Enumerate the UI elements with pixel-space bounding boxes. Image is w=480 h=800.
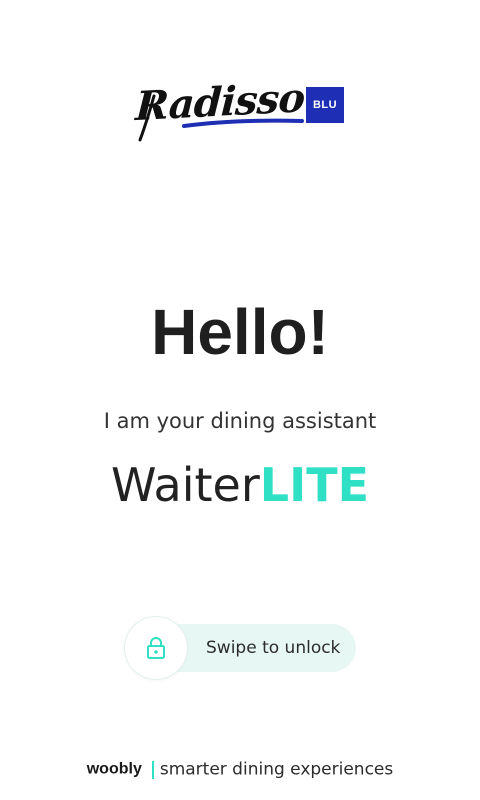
greeting-subtitle: I am your dining assistant [103, 409, 377, 433]
brand-name-part2: LITE [259, 458, 369, 512]
footer-divider [151, 760, 154, 779]
greeting-title: Hello! [151, 296, 329, 368]
lock-icon [147, 637, 165, 659]
swipe-unlock-handle[interactable] [125, 617, 187, 679]
footer: woobly smarter dining experiences [0, 756, 480, 783]
radisson-blu-logo: Radisson BLU [132, 73, 348, 146]
footer-brand: woobly [86, 760, 142, 778]
app-brand: WaiterLITE [0, 454, 480, 516]
footer-tagline: smarter dining experiences [159, 759, 394, 780]
brand-name-part1: Waiter [111, 458, 260, 512]
swipe-unlock-label: Swipe to unlock [206, 638, 341, 658]
logo-badge: BLU [306, 87, 344, 123]
